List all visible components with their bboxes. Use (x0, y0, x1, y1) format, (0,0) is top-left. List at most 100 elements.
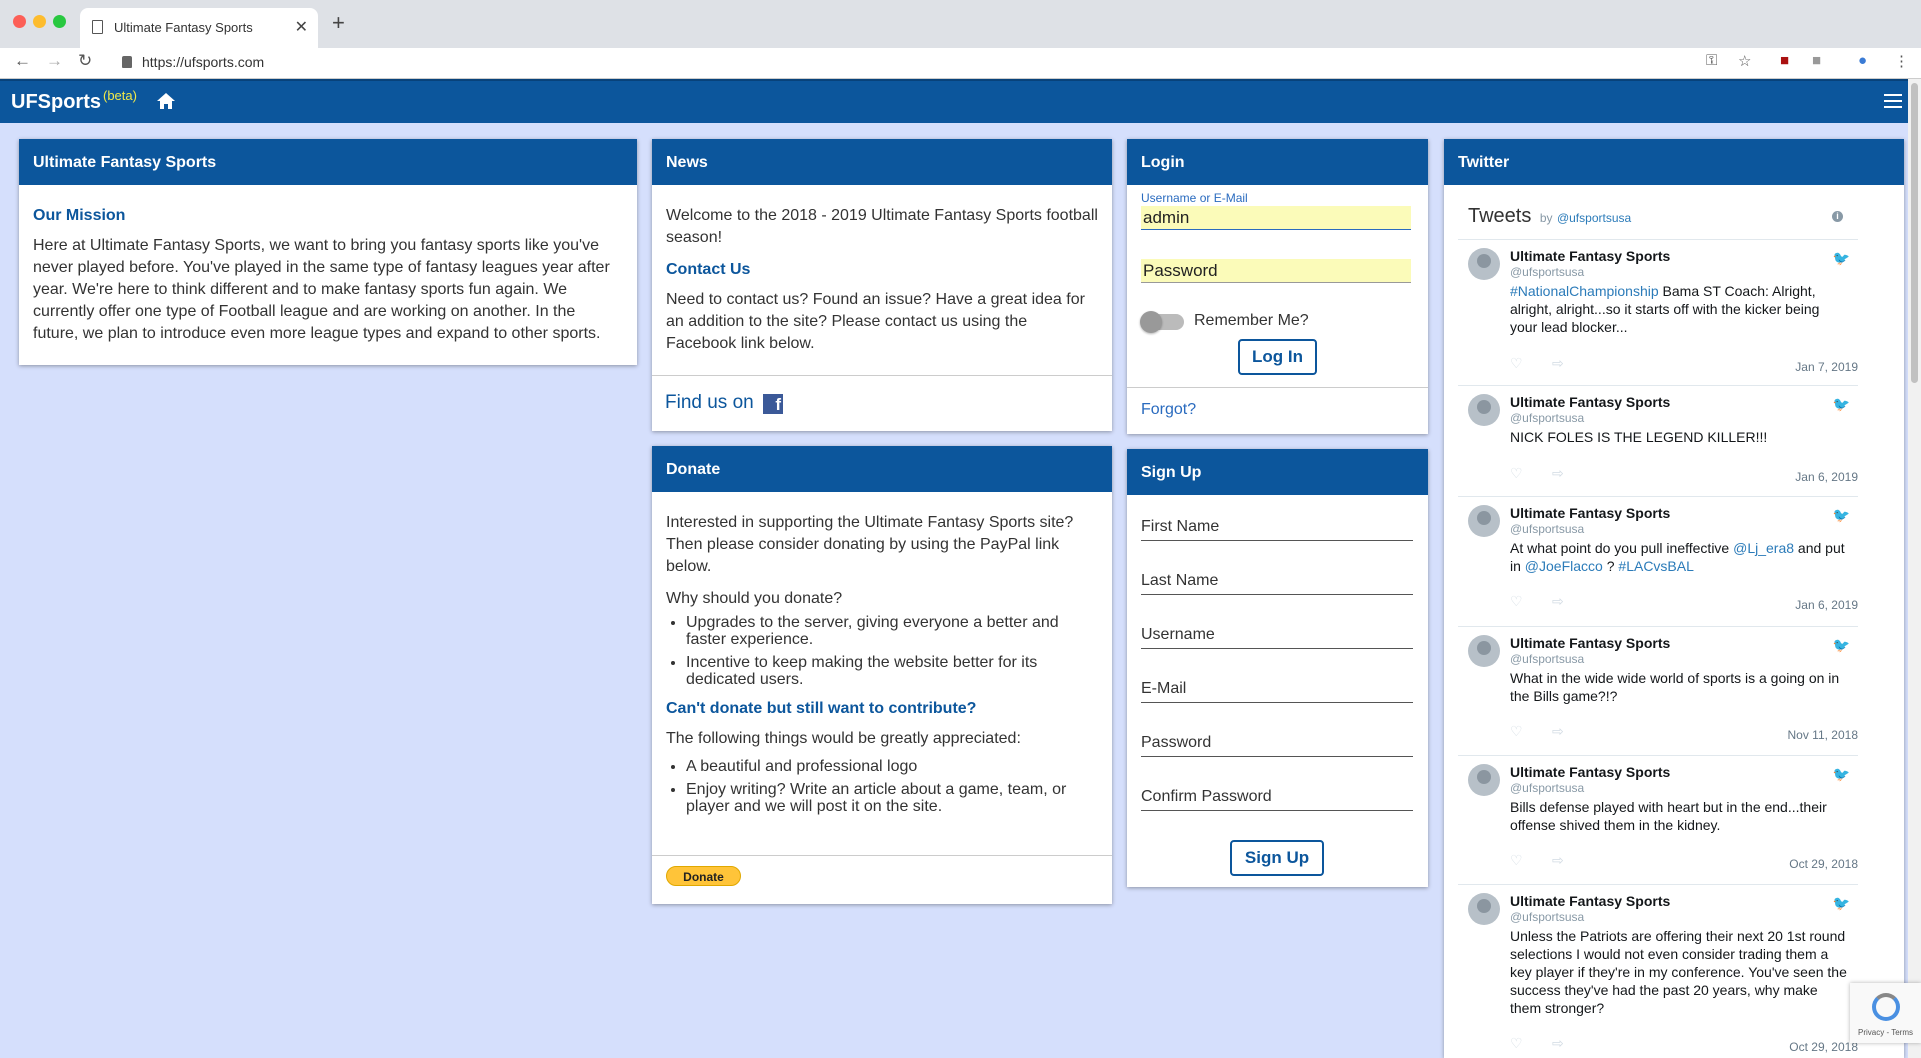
page-scrollbar[interactable] (1908, 79, 1921, 1058)
tweets-handle-link[interactable]: @ufsportsusa (1557, 211, 1631, 225)
share-icon[interactable]: ⇨ (1552, 593, 1564, 610)
tweet-item[interactable]: Ultimate Fantasy Sports @ufsportsusa 🐦 B… (1458, 756, 1858, 885)
share-icon[interactable]: ⇨ (1552, 852, 1564, 869)
avatar (1468, 893, 1500, 925)
tweet-item[interactable]: Ultimate Fantasy Sports @ufsportsusa 🐦 W… (1458, 627, 1858, 756)
profile-icon[interactable]: ● (1858, 52, 1867, 69)
tweet-handle[interactable]: @ufsportsusa (1510, 265, 1584, 279)
tweet-date[interactable]: Oct 29, 2018 (1789, 1040, 1858, 1054)
recaptcha-links[interactable]: Privacy - Terms (1858, 1028, 1913, 1037)
like-icon[interactable]: ♡ (1510, 593, 1523, 610)
tweet-hashtag[interactable]: #LACvsBAL (1618, 558, 1693, 574)
tweets-label: Tweets (1468, 205, 1532, 227)
facebook-icon[interactable]: f (763, 394, 784, 414)
remember-me-label: Remember Me? (1194, 312, 1309, 329)
tweet-handle[interactable]: @ufsportsusa (1510, 781, 1584, 795)
tweet-author[interactable]: Ultimate Fantasy Sports (1510, 893, 1670, 909)
tweet-author[interactable]: Ultimate Fantasy Sports (1510, 248, 1670, 264)
first-name-field[interactable]: First Name (1141, 518, 1413, 541)
like-icon[interactable]: ♡ (1510, 852, 1523, 869)
lock-icon (122, 56, 132, 68)
contact-text: Need to contact us? Found an issue? Have… (666, 291, 1085, 352)
like-icon[interactable]: ♡ (1510, 355, 1523, 372)
browser-menu-icon[interactable]: ⋮ (1894, 52, 1909, 70)
address-bar[interactable]: https://ufsports.com (142, 54, 264, 70)
tweet-author[interactable]: Ultimate Fantasy Sports (1510, 394, 1670, 410)
home-icon[interactable] (156, 91, 176, 111)
tweet-handle[interactable]: @ufsportsusa (1510, 522, 1584, 536)
minimize-window-button[interactable] (33, 15, 46, 28)
tweet-date[interactable]: Jan 6, 2019 (1795, 470, 1858, 484)
tweet-mention[interactable]: @JoeFlacco (1525, 558, 1603, 574)
back-icon[interactable]: ← (14, 51, 31, 71)
key-icon[interactable]: ⚿ (1706, 52, 1717, 69)
username-field[interactable]: Username (1141, 626, 1413, 649)
tweet-item[interactable]: Ultimate Fantasy Sports @ufsportsusa 🐦 U… (1458, 885, 1858, 1058)
login-button[interactable]: Log In (1238, 339, 1317, 375)
tweet-handle[interactable]: @ufsportsusa (1510, 910, 1584, 924)
tweet-author[interactable]: Ultimate Fantasy Sports (1510, 505, 1670, 521)
avatar (1468, 505, 1500, 537)
twitter-bird-icon: 🐦 (1832, 895, 1850, 911)
like-icon[interactable]: ♡ (1510, 465, 1523, 482)
forgot-link[interactable]: Forgot? (1141, 401, 1196, 419)
signup-button[interactable]: Sign Up (1230, 840, 1324, 876)
login-panel: Login Username or E-Mail Remember Me? Lo… (1127, 139, 1428, 434)
mission-heading: Our Mission (33, 207, 126, 224)
new-tab-button[interactable]: + (332, 10, 345, 36)
tweet-handle[interactable]: @ufsportsusa (1510, 652, 1584, 666)
confirm-password-field[interactable]: Confirm Password (1141, 788, 1413, 811)
reload-icon[interactable]: ↻ (78, 51, 92, 71)
tweet-item[interactable]: Ultimate Fantasy Sports @ufsportsusa 🐦 #… (1458, 240, 1858, 386)
contribute-list: A beautiful and professional logo Enjoy … (686, 758, 1098, 815)
share-icon[interactable]: ⇨ (1552, 723, 1564, 740)
info-icon[interactable]: i (1832, 211, 1843, 222)
last-name-field[interactable]: Last Name (1141, 572, 1413, 595)
tweet-date[interactable]: Jan 6, 2019 (1795, 598, 1858, 612)
close-window-button[interactable] (13, 15, 26, 28)
star-icon[interactable]: ☆ (1738, 52, 1751, 70)
hamburger-menu-icon[interactable] (1884, 94, 1902, 108)
tweet-date[interactable]: Oct 29, 2018 (1789, 857, 1858, 871)
username-label: Username or E-Mail (1141, 191, 1248, 205)
find-us-link[interactable]: Find us on f (652, 376, 1112, 430)
tweet-item[interactable]: Ultimate Fantasy Sports @ufsportsusa 🐦 A… (1458, 497, 1858, 627)
browser-tab[interactable]: Ultimate Fantasy Sports ✕ (80, 8, 318, 48)
forward-icon[interactable]: → (46, 51, 63, 71)
close-tab-icon[interactable]: ✕ (295, 17, 308, 37)
extension-icon-2[interactable]: ■ (1812, 52, 1821, 69)
share-icon[interactable]: ⇨ (1552, 465, 1564, 482)
mission-text: Here at Ultimate Fantasy Sports, we want… (33, 237, 610, 342)
username-input[interactable] (1141, 206, 1411, 230)
recaptcha-icon (1872, 993, 1900, 1021)
donate-why: Why should you donate? (666, 590, 843, 607)
tweet-item[interactable]: Ultimate Fantasy Sports @ufsportsusa 🐦 N… (1458, 386, 1858, 497)
remember-me-toggle[interactable] (1140, 311, 1184, 333)
tweet-mention[interactable]: @Lj_era8 (1733, 540, 1794, 556)
tweet-author[interactable]: Ultimate Fantasy Sports (1510, 764, 1670, 780)
share-icon[interactable]: ⇨ (1552, 355, 1564, 372)
tweet-hashtag[interactable]: #NationalChampionship (1510, 283, 1659, 299)
tweet-date[interactable]: Nov 11, 2018 (1788, 728, 1859, 742)
avatar (1468, 635, 1500, 667)
extension-icon[interactable]: ■ (1780, 52, 1789, 69)
tweet-text: At what point do you pull ineffective @L… (1510, 540, 1845, 574)
tweets-header: Tweets by @ufsportsusa (1468, 205, 1631, 228)
password-field[interactable]: Password (1141, 734, 1413, 757)
tweet-author[interactable]: Ultimate Fantasy Sports (1510, 635, 1670, 651)
share-icon[interactable]: ⇨ (1552, 1035, 1564, 1052)
like-icon[interactable]: ♡ (1510, 723, 1523, 740)
maximize-window-button[interactable] (53, 15, 66, 28)
password-input[interactable] (1141, 259, 1411, 283)
tweet-text: NICK FOLES IS THE LEGEND KILLER!!! (1510, 429, 1768, 445)
paypal-donate-button[interactable]: Donate (666, 866, 741, 886)
email-field[interactable]: E-Mail (1141, 680, 1413, 703)
contact-heading: Contact Us (666, 261, 751, 278)
tweet-handle[interactable]: @ufsportsusa (1510, 411, 1584, 425)
recaptcha-badge[interactable]: Privacy - Terms (1850, 983, 1921, 1043)
brand-logo[interactable]: UFSports (11, 91, 101, 114)
scrollbar-thumb[interactable] (1911, 83, 1918, 383)
donate-panel: Donate Interested in supporting the Ulti… (652, 446, 1112, 904)
tweet-date[interactable]: Jan 7, 2019 (1795, 360, 1858, 374)
like-icon[interactable]: ♡ (1510, 1035, 1523, 1052)
